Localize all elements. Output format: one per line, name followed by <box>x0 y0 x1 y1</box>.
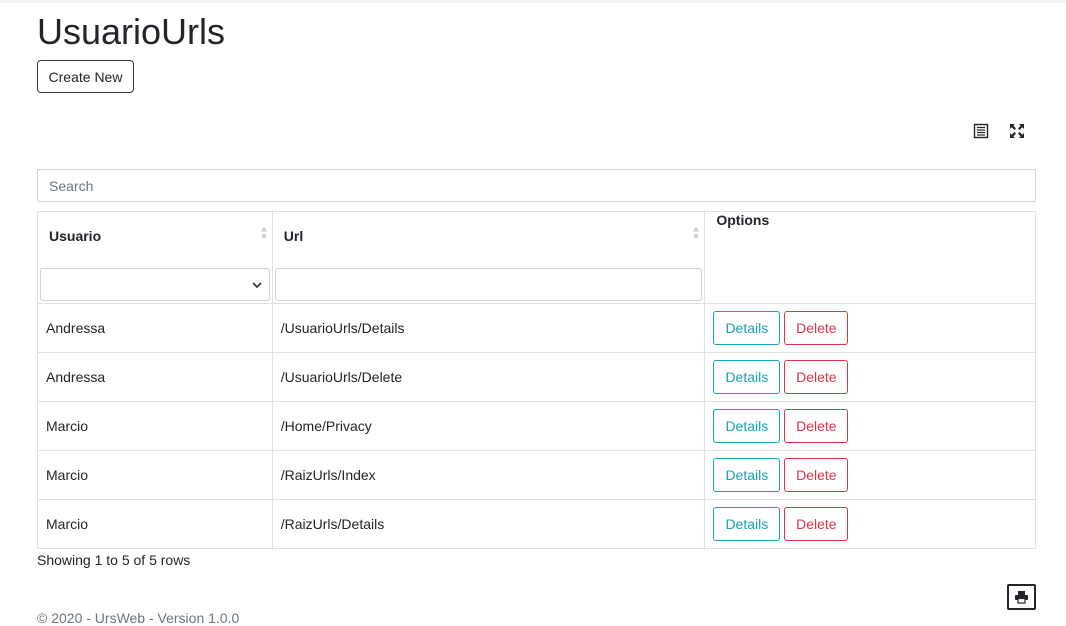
table-row: Marcio /Home/Privacy Details Delete <box>37 401 1036 451</box>
details-button[interactable]: Details <box>713 311 781 345</box>
column-header-usuario[interactable]: Usuario <box>37 211 273 304</box>
sort-icon[interactable] <box>692 225 700 241</box>
details-button[interactable]: Details <box>713 458 781 492</box>
cell-url: /RaizUrls/Index <box>271 450 706 500</box>
delete-button[interactable]: Delete <box>784 458 849 492</box>
details-button[interactable]: Details <box>713 409 781 443</box>
search-input[interactable] <box>37 169 1036 202</box>
delete-button[interactable]: Delete <box>784 409 849 443</box>
delete-button[interactable]: Delete <box>784 311 849 345</box>
print-icon <box>1015 591 1028 604</box>
column-label-usuario: Usuario <box>49 228 102 244</box>
delete-button[interactable]: Delete <box>784 507 849 541</box>
cell-url: /Home/Privacy <box>271 401 706 451</box>
footer-copyright: © 2020 - UrsWeb - Version 1.0.0 <box>37 610 240 626</box>
table-header-row: Usuario Url Options <box>37 211 1036 304</box>
cell-usuario: Marcio <box>37 450 273 500</box>
cell-usuario: Andressa <box>37 352 273 402</box>
list-columns-icon[interactable] <box>972 122 990 140</box>
cell-url: /UsuarioUrls/Delete <box>271 352 706 402</box>
top-bar <box>0 0 1066 3</box>
data-table: Usuario Url Options Andressa /UsuarioUrl… <box>37 211 1036 549</box>
cell-options: Details Delete <box>704 401 1036 451</box>
pagination-summary: Showing 1 to 5 of 5 rows <box>37 552 191 568</box>
table-row: Marcio /RaizUrls/Details Details Delete <box>37 499 1036 549</box>
url-filter-input[interactable] <box>274 268 703 301</box>
cell-options: Details Delete <box>704 499 1036 549</box>
chevron-down-icon <box>252 282 262 289</box>
cell-url: /RaizUrls/Details <box>271 499 706 549</box>
print-button[interactable] <box>1007 584 1036 610</box>
fullscreen-icon[interactable] <box>1008 122 1026 140</box>
cell-options: Details Delete <box>704 352 1036 402</box>
table-row: Marcio /RaizUrls/Index Details Delete <box>37 450 1036 500</box>
column-header-url[interactable]: Url <box>271 211 706 304</box>
cell-usuario: Andressa <box>37 303 273 353</box>
cell-options: Details Delete <box>704 450 1036 500</box>
table-row: Andressa /UsuarioUrls/Delete Details Dele… <box>37 352 1036 402</box>
page-title: UsuarioUrls <box>37 11 226 52</box>
sort-icon[interactable] <box>260 225 268 241</box>
cell-url: /UsuarioUrls/Details <box>271 303 706 353</box>
cell-usuario: Marcio <box>37 401 273 451</box>
column-label-options: Options <box>716 212 770 228</box>
column-header-options: Options <box>704 211 1036 304</box>
usuario-filter-select[interactable] <box>40 268 270 301</box>
details-button[interactable]: Details <box>713 360 781 394</box>
table-row: Andressa /UsuarioUrls/Details Details Del… <box>37 303 1036 353</box>
create-new-button[interactable]: Create New <box>37 60 134 93</box>
cell-options: Details Delete <box>704 303 1036 353</box>
column-label-url: Url <box>283 228 304 244</box>
cell-usuario: Marcio <box>37 499 273 549</box>
delete-button[interactable]: Delete <box>784 360 849 394</box>
details-button[interactable]: Details <box>713 507 781 541</box>
